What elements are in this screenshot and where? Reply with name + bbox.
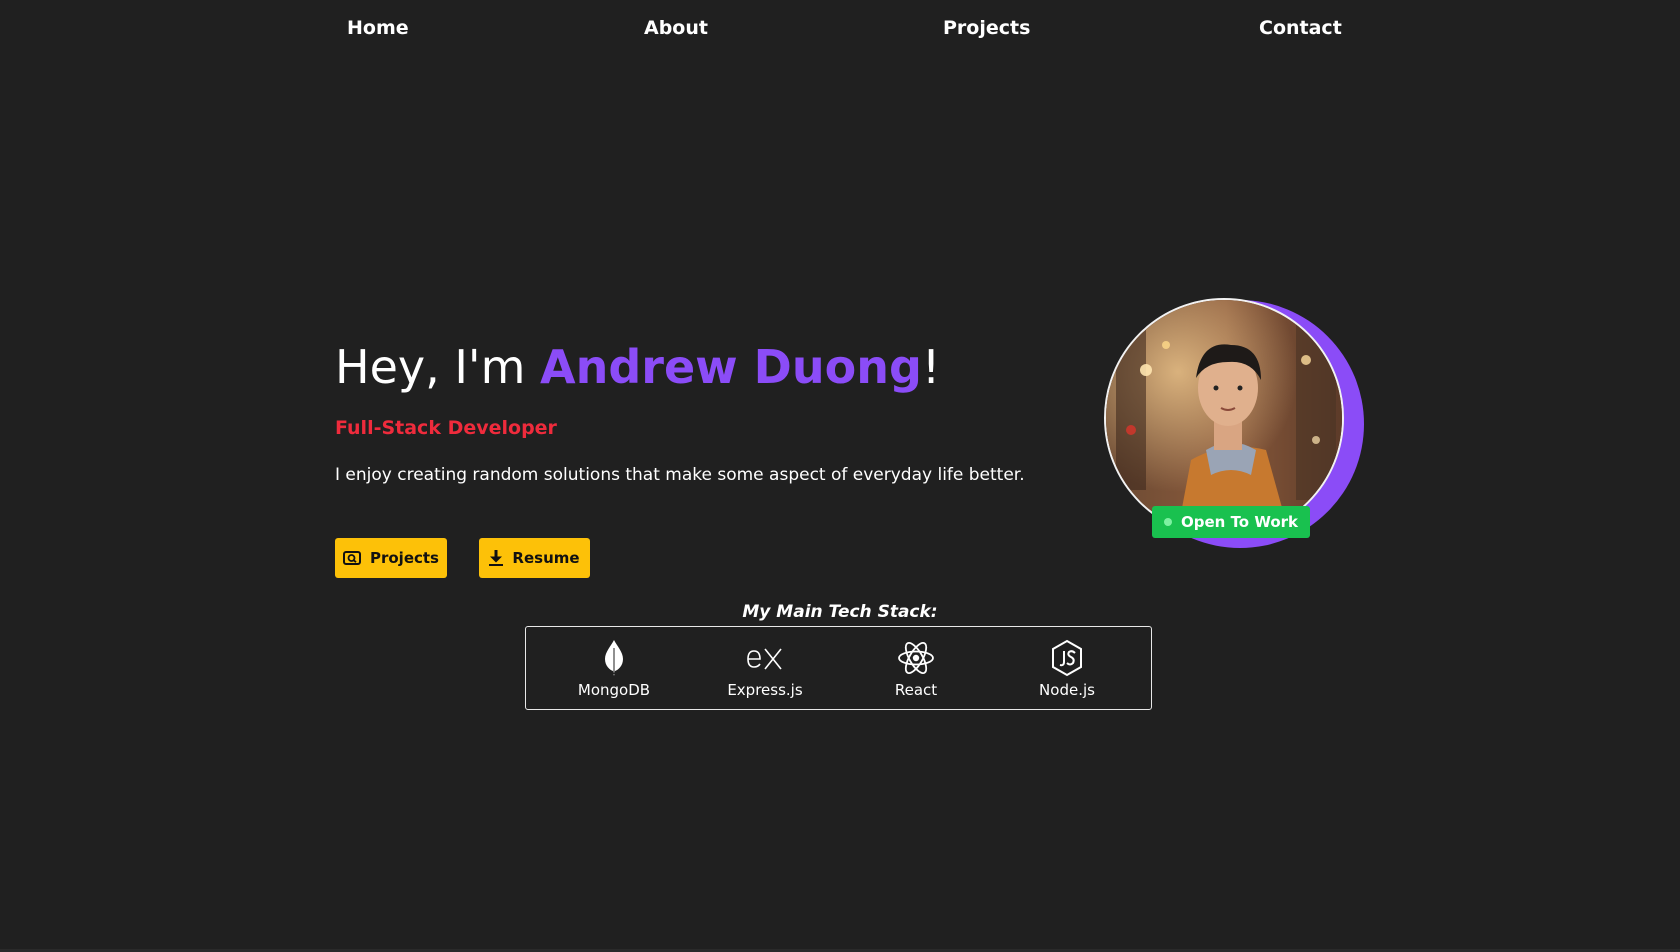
tech-label: React [894,681,938,699]
tech-item-expressjs: Express.js [705,639,825,699]
tech-item-react: React [856,639,976,699]
status-dot-icon [1164,518,1172,526]
tech-item-nodejs: Node.js [1007,639,1127,699]
name-text: Andrew Duong [540,340,922,394]
nav-home-link[interactable]: Home [347,17,409,39]
tech-label: MongoDB [577,681,651,699]
resume-button[interactable]: Resume [479,538,590,578]
search-icon [342,551,361,565]
projects-button[interactable]: Projects [335,538,447,578]
download-icon [489,550,504,566]
avatar [1104,298,1344,538]
badge-label: Open To Work [1181,513,1299,531]
nodejs-icon [1007,639,1127,677]
tech-label: Node.js [1039,681,1095,699]
nav-about-link[interactable]: About [644,17,708,39]
mongodb-icon [554,639,674,677]
tech-stack-box: MongoDB Express.js React Node.js [525,626,1152,710]
expressjs-icon [705,639,825,677]
tech-item-mongodb: MongoDB [554,639,674,699]
role-title: Full-Stack Developer [335,417,557,439]
projects-button-label: Projects [369,549,439,567]
top-nav: Home About Projects Contact [0,0,1680,60]
nav-projects-link[interactable]: Projects [943,17,1030,39]
resume-button-label: Resume [512,549,580,567]
open-to-work-badge: Open To Work [1152,506,1311,538]
profile-picture-container: Open To Work [1104,298,1364,550]
tech-label: Express.js [727,681,803,699]
nav-contact-link[interactable]: Contact [1259,17,1342,39]
hero-title: Hey, I'm Andrew Duong! [335,342,940,393]
tech-stack-title: My Main Tech Stack: [742,602,938,622]
react-icon [856,639,976,677]
greeting-text: Hey, I'm [335,340,541,394]
tagline: I enjoy creating random solutions that m… [335,465,1025,485]
exclaim-text: ! [921,340,941,394]
